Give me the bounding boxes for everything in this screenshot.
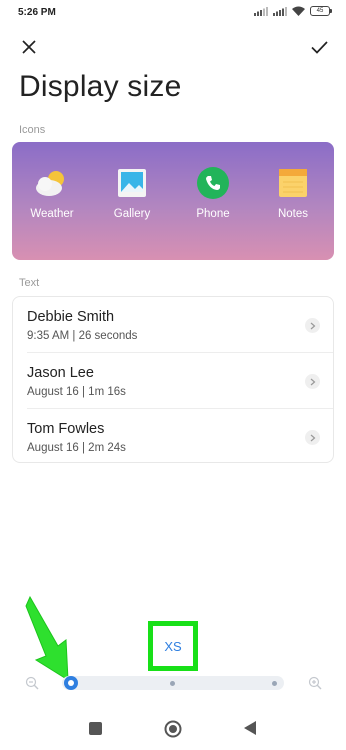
page-title: Display size — [19, 70, 182, 103]
text-section-label: Text — [19, 277, 40, 289]
contact-name: Jason Lee — [27, 365, 94, 381]
icons-section-label: Icons — [19, 124, 46, 136]
home-button[interactable] — [164, 720, 182, 738]
status-time: 5:26 PM — [18, 7, 56, 18]
back-button[interactable] — [243, 720, 257, 736]
current-size-label: XS — [164, 638, 182, 654]
size-badge-highlight: XS — [148, 621, 198, 671]
app-label: Gallery — [113, 208, 151, 220]
chevron-right-icon — [305, 374, 320, 389]
size-slider[interactable] — [62, 676, 284, 690]
list-item[interactable]: Debbie Smith 9:35 AM | 26 seconds — [13, 297, 333, 352]
app-notes: Notes — [263, 168, 323, 220]
close-icon — [22, 40, 36, 54]
slider-thumb[interactable] — [64, 676, 78, 690]
checkmark-icon — [310, 40, 328, 54]
slider-stop — [272, 681, 277, 686]
zoom-out-icon[interactable] — [25, 676, 39, 690]
recents-button[interactable] — [89, 722, 102, 735]
list-item[interactable]: Tom Fowles August 16 | 2m 24s — [13, 409, 333, 464]
annotation-arrow-icon — [25, 595, 69, 681]
list-item[interactable]: Jason Lee August 16 | 1m 16s — [13, 353, 333, 408]
app-label: Notes — [277, 208, 309, 220]
call-detail: 9:35 AM | 26 seconds — [27, 330, 138, 342]
text-preview-card: Debbie Smith 9:35 AM | 26 seconds Jason … — [12, 296, 334, 463]
contact-name: Tom Fowles — [27, 421, 105, 437]
call-detail: August 16 | 1m 16s — [27, 386, 126, 398]
app-label: Phone — [196, 208, 230, 220]
slider-stop — [170, 681, 175, 686]
phone-icon — [197, 167, 229, 199]
close-button[interactable] — [16, 34, 42, 60]
app-gallery: Gallery — [102, 168, 162, 220]
call-detail: August 16 | 2m 24s — [27, 442, 126, 454]
chevron-right-icon — [305, 318, 320, 333]
weather-icon — [36, 168, 67, 198]
chevron-right-icon — [305, 430, 320, 445]
app-weather: Weather — [22, 168, 82, 220]
signal-icon — [254, 6, 268, 16]
battery-level: 45 — [316, 8, 324, 14]
notes-icon — [278, 168, 308, 198]
signal-2-icon — [273, 6, 287, 16]
app-phone: Phone — [183, 167, 243, 220]
wifi-icon — [292, 6, 305, 16]
contact-name: Debbie Smith — [27, 309, 115, 325]
status-bar: 5:26 PM 45 — [0, 0, 346, 26]
icons-preview-card: Weather Gallery Phone Notes — [12, 142, 334, 260]
status-icons: 45 — [254, 6, 332, 16]
battery-icon: 45 — [310, 6, 332, 16]
zoom-in-icon[interactable] — [308, 676, 322, 690]
gallery-icon — [117, 168, 147, 198]
app-label: Weather — [30, 208, 74, 220]
confirm-button[interactable] — [306, 34, 332, 60]
